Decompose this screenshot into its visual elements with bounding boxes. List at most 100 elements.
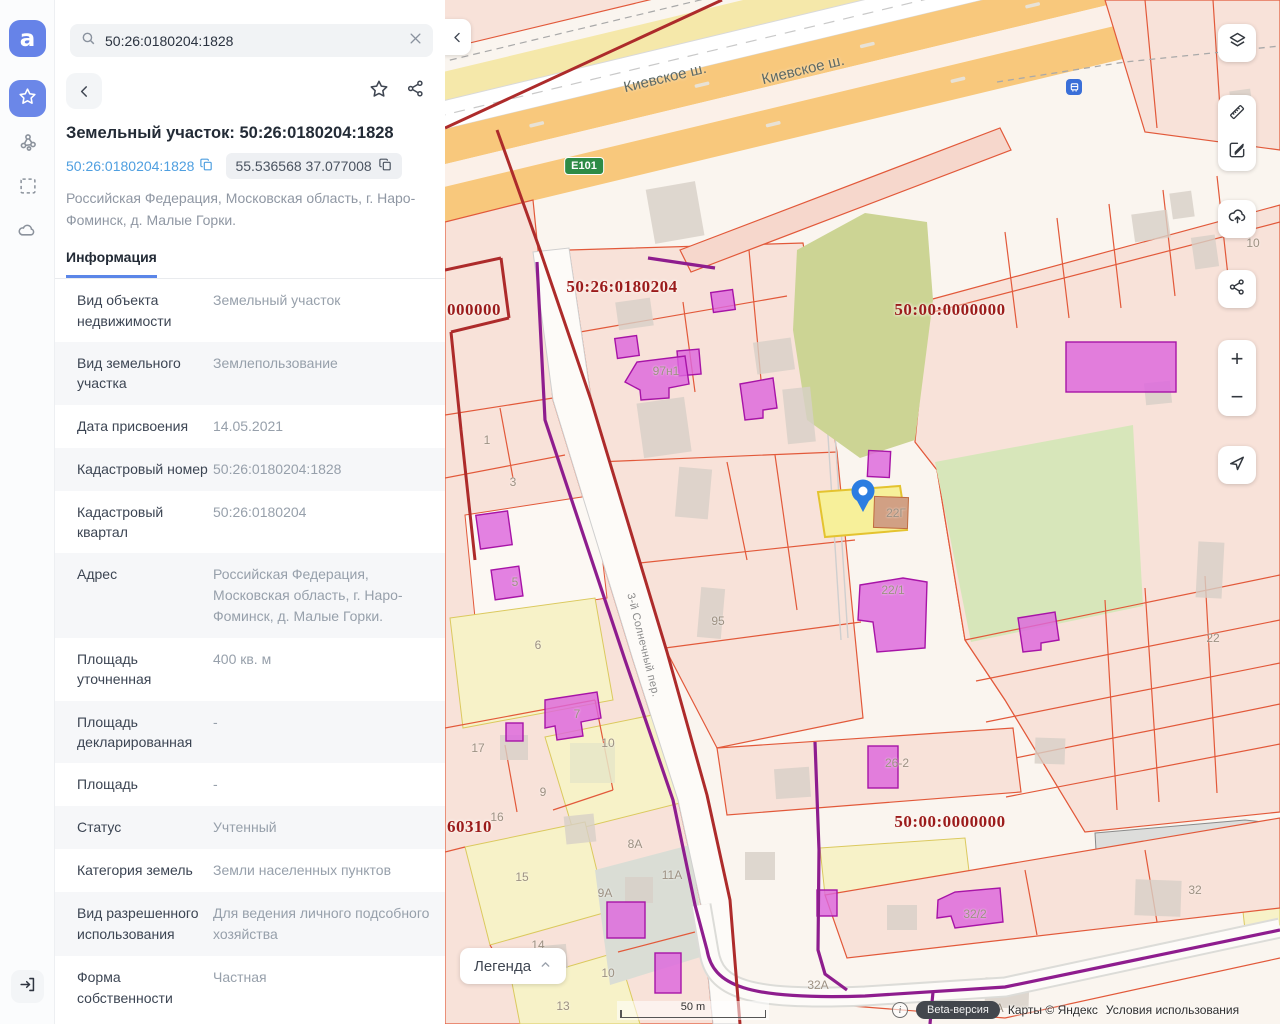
tab-information[interactable]: Информация xyxy=(66,249,157,278)
info-row-label: Категория земель xyxy=(77,860,209,881)
star-outline-icon xyxy=(368,78,390,105)
upload-button[interactable] xyxy=(1218,200,1256,238)
info-row-label: Адрес xyxy=(77,564,209,627)
info-row-label: Площадь уточненная xyxy=(77,649,209,690)
bus-stop-icon xyxy=(1066,79,1082,95)
info-row: Дата присвоения14.05.2021 xyxy=(55,405,445,448)
info-row-value: Земли населенных пунктов xyxy=(213,860,431,881)
coordinates-text: 55.536568 37.077008 xyxy=(235,158,371,174)
locate-control[interactable] xyxy=(1218,446,1256,484)
legend-label: Легенда xyxy=(474,958,531,975)
info-row-value: Для ведения личного подсобного хозяйства xyxy=(213,903,431,945)
info-row: Кадастровый номер50:26:0180204:1828 xyxy=(55,448,445,491)
attribution: i Beta-версия Карты © Яндекс Условия исп… xyxy=(892,1001,1239,1019)
area-select-button[interactable] xyxy=(9,170,46,207)
legend-button[interactable]: Легенда xyxy=(460,948,566,984)
edit-icon xyxy=(1227,140,1247,165)
layers-control[interactable] xyxy=(1218,24,1256,62)
info-row-value: 400 кв. м xyxy=(213,649,431,690)
copy-icon[interactable] xyxy=(378,157,393,175)
star-icon xyxy=(17,86,38,112)
maps-copyright[interactable]: Карты © Яндекс xyxy=(1008,1003,1098,1017)
info-row-value: - xyxy=(213,712,431,753)
info-row-value: 14.05.2021 xyxy=(213,416,431,437)
terms-link[interactable]: Условия использования xyxy=(1106,1003,1239,1017)
coordinates-chip[interactable]: 55.536568 37.077008 xyxy=(226,153,401,179)
info-row-value: Земельный участок xyxy=(213,290,431,331)
object-title: Земельный участок: 50:26:0180204:1828 xyxy=(66,124,433,143)
search-input[interactable] xyxy=(105,33,408,49)
info-row-value: Землепользование xyxy=(213,353,431,394)
cadastral-number-text: 50:26:0180204:1828 xyxy=(66,158,194,174)
share-map-control[interactable] xyxy=(1218,270,1256,308)
info-row-label: Статус xyxy=(77,817,209,838)
info-row: Вид разрешенного использованияДля ведени… xyxy=(55,892,445,956)
share-icon xyxy=(1227,277,1247,302)
map-canvas[interactable] xyxy=(445,0,1280,1024)
measure-button[interactable] xyxy=(1218,95,1256,133)
search-icon xyxy=(80,30,97,52)
cadastral-number-chip[interactable]: 50:26:0180204:1828 xyxy=(66,157,214,175)
info-row: АдресРоссийская Федерация, Московская об… xyxy=(55,553,445,638)
info-row-value: 50:26:0180204 xyxy=(213,502,431,543)
map-area[interactable]: 50:26:018020400000050:00:000000050:00:00… xyxy=(445,0,1280,1024)
zoom-out-button[interactable]: − xyxy=(1218,378,1256,416)
info-row-value: Учтенный xyxy=(213,817,431,838)
app-window: a xyxy=(0,0,1280,1024)
favorite-object-button[interactable] xyxy=(361,73,397,109)
info-row-label: Вид разрешенного использования xyxy=(77,903,209,945)
draw-button[interactable] xyxy=(1218,133,1256,171)
info-row: Вид земельного участкаЗемлепользование xyxy=(55,342,445,405)
beta-badge: Beta-версия xyxy=(916,1001,1000,1019)
back-button[interactable] xyxy=(66,73,102,109)
info-icon[interactable]: i xyxy=(892,1002,908,1018)
panel-tabs: Информация xyxy=(55,249,445,279)
info-row-label: Вид объекта недвижимости xyxy=(77,290,209,331)
collapse-panel-button[interactable] xyxy=(445,19,471,55)
search-bar[interactable] xyxy=(70,24,433,57)
navigation-arrow-icon xyxy=(1227,453,1247,478)
info-row-label: Дата присвоения xyxy=(77,416,209,437)
zoom-control: + − xyxy=(1218,340,1256,416)
info-row: Кадастровый квартал50:26:0180204 xyxy=(55,491,445,554)
left-rail: a xyxy=(0,0,55,1024)
scale-bar: 50 m xyxy=(617,1001,769,1020)
info-row-label: Кадастровый квартал xyxy=(77,502,209,543)
info-row-label: Вид земельного участка xyxy=(77,353,209,394)
app-logo[interactable]: a xyxy=(9,20,46,57)
favorites-button[interactable] xyxy=(9,80,46,117)
measure-draw-control xyxy=(1218,95,1256,171)
upload-control[interactable] xyxy=(1218,200,1256,238)
cloud-services-button[interactable] xyxy=(9,214,46,251)
share-map-button[interactable] xyxy=(1218,270,1256,308)
sign-in-icon xyxy=(18,975,37,999)
info-row: Форма собственностиЧастная xyxy=(55,956,445,1019)
object-panel: Земельный участок: 50:26:0180204:1828 50… xyxy=(55,0,445,1024)
layers-icon xyxy=(1227,30,1248,56)
locate-button[interactable] xyxy=(1218,446,1256,484)
zoom-in-button[interactable]: + xyxy=(1218,340,1256,378)
objects-layers-button[interactable] xyxy=(9,126,46,163)
info-row-value: - xyxy=(213,774,431,795)
scale-text: 50 m xyxy=(617,1001,769,1013)
minus-icon: − xyxy=(1231,386,1244,408)
cloud-icon xyxy=(16,219,39,247)
plus-icon: + xyxy=(1231,348,1244,370)
sign-in-button[interactable] xyxy=(11,970,44,1003)
info-row-value: Российская Федерация, Московская область… xyxy=(213,564,431,627)
info-row-value: 50:26:0180204:1828 xyxy=(213,459,431,480)
object-address: Российская Федерация, Московская область… xyxy=(66,188,433,231)
share-icon xyxy=(405,78,426,104)
layers-button[interactable] xyxy=(1218,24,1256,62)
selection-frame-icon xyxy=(17,175,39,202)
info-row: Площадь уточненная400 кв. м xyxy=(55,638,445,701)
info-row-value: Частная xyxy=(213,967,431,1008)
info-row-label: Кадастровый номер xyxy=(77,459,209,480)
copy-icon[interactable] xyxy=(199,157,214,175)
info-row-label: Форма собственности xyxy=(77,967,209,1008)
share-object-button[interactable] xyxy=(397,73,433,109)
info-row: Площадь декларированная- xyxy=(55,701,445,764)
clear-search-icon[interactable] xyxy=(408,31,423,51)
info-row: Категория земельЗемли населенных пунктов xyxy=(55,849,445,892)
info-row-label: Площадь xyxy=(77,774,209,795)
